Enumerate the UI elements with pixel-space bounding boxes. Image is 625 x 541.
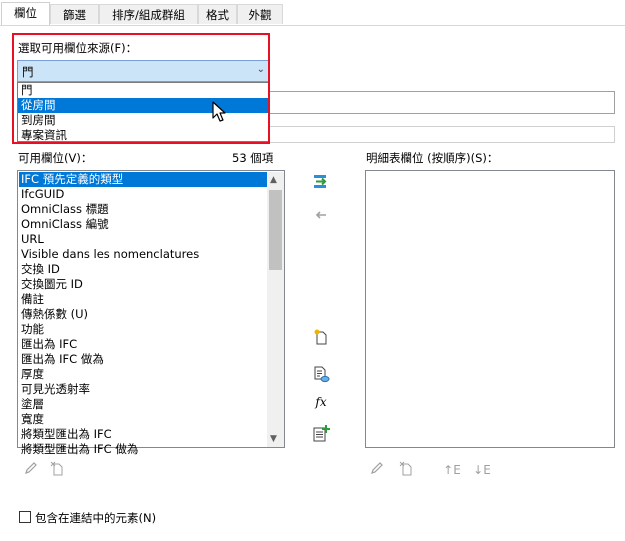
scroll-thumb[interactable] [269,190,282,270]
available-field-item[interactable]: 塗層 [21,397,44,412]
available-field-item[interactable]: IfcGUID [21,187,64,202]
move-up-button[interactable]: ↑E [442,460,462,480]
mouse-cursor-icon [212,101,226,122]
edit-parameter-button[interactable] [21,460,41,480]
delete-icon [399,461,412,476]
add-parameter-button[interactable] [311,424,331,444]
add-field-icon [314,175,327,188]
available-field-item[interactable]: 傳熱係數 (U) [21,307,88,322]
available-fields-list[interactable]: IFC 預先定義的類型 IfcGUID OmniClass 標題 OmniClass … [17,170,285,456]
available-field-item[interactable]: 將類型匯出為 IFC [21,427,112,442]
tab-bar: 欄位 篩選 排序/組成群組 格式 外觀 [0,0,625,26]
move-down-button[interactable]: ↓E [472,460,492,480]
tab-appearance[interactable]: 外觀 [237,4,283,24]
include-linked-checkbox[interactable] [19,511,31,523]
available-field-item[interactable]: 交換 ID [21,262,60,277]
include-linked-label[interactable]: 包含在連結中的元素(N) [35,510,156,526]
available-field-item[interactable]: URL [21,232,44,247]
new-parameter-icon [314,329,327,345]
remove-field-icon [315,211,326,219]
available-list-scrollbar[interactable]: ▲ ▼ [267,172,284,447]
delete-scheduled-button[interactable] [396,460,416,480]
combine-parameters-button[interactable] [311,364,331,384]
available-field-item[interactable]: 寬度 [21,412,44,427]
edit-scheduled-button[interactable] [367,460,387,480]
scroll-down-icon[interactable]: ▼ [270,434,277,444]
scheduled-fields-list[interactable] [365,170,615,448]
edit-icon [371,462,383,474]
delete-parameter-button[interactable] [47,460,67,480]
available-field-item[interactable]: 功能 [21,322,44,337]
available-field-item[interactable]: 匯出為 IFC 做為 [21,352,104,367]
calculated-value-button[interactable]: fx [311,392,331,412]
tab-fields[interactable]: 欄位 [1,2,50,26]
available-field-item[interactable]: 匯出為 IFC [21,337,77,352]
add-field-button[interactable] [311,173,331,193]
available-field-item[interactable]: OmniClass 編號 [21,217,109,232]
available-field-item[interactable]: 交換圖元 ID [21,277,83,292]
move-down-icon: ↓E [473,463,491,477]
available-field-item[interactable]: Visible dans les nomenclatures [21,247,199,262]
available-fields-label: 可用欄位(V)： [18,151,93,165]
available-field-item[interactable]: 厚度 [21,367,44,382]
available-count: 53 個項 [232,151,274,165]
tab-formatting[interactable]: 格式 [198,4,237,24]
combine-parameters-icon [314,366,330,383]
remove-field-button[interactable] [311,206,331,226]
available-field-item[interactable]: 可見光透射率 [21,382,90,397]
available-field-item[interactable]: IFC 預先定義的類型 [19,172,281,187]
calculated-value-icon: fx [315,395,327,409]
move-up-icon: ↑E [443,463,461,477]
tab-sorting-grouping[interactable]: 排序/組成群組 [99,4,198,24]
available-field-item[interactable]: 將類型匯出為 IFC 做為 [21,442,138,457]
new-parameter-button[interactable] [311,328,331,348]
available-field-item[interactable]: OmniClass 標題 [21,202,109,217]
annotation-highlight-box [12,33,270,144]
tab-filter[interactable]: 篩選 [50,4,99,24]
available-field-item[interactable]: 備註 [21,292,44,307]
scheduled-fields-label: 明細表欄位 (按順序)(S)： [366,151,499,165]
add-parameter-icon [313,425,330,442]
delete-icon [50,461,63,476]
edit-icon [25,462,37,474]
scroll-up-icon[interactable]: ▲ [270,175,277,185]
